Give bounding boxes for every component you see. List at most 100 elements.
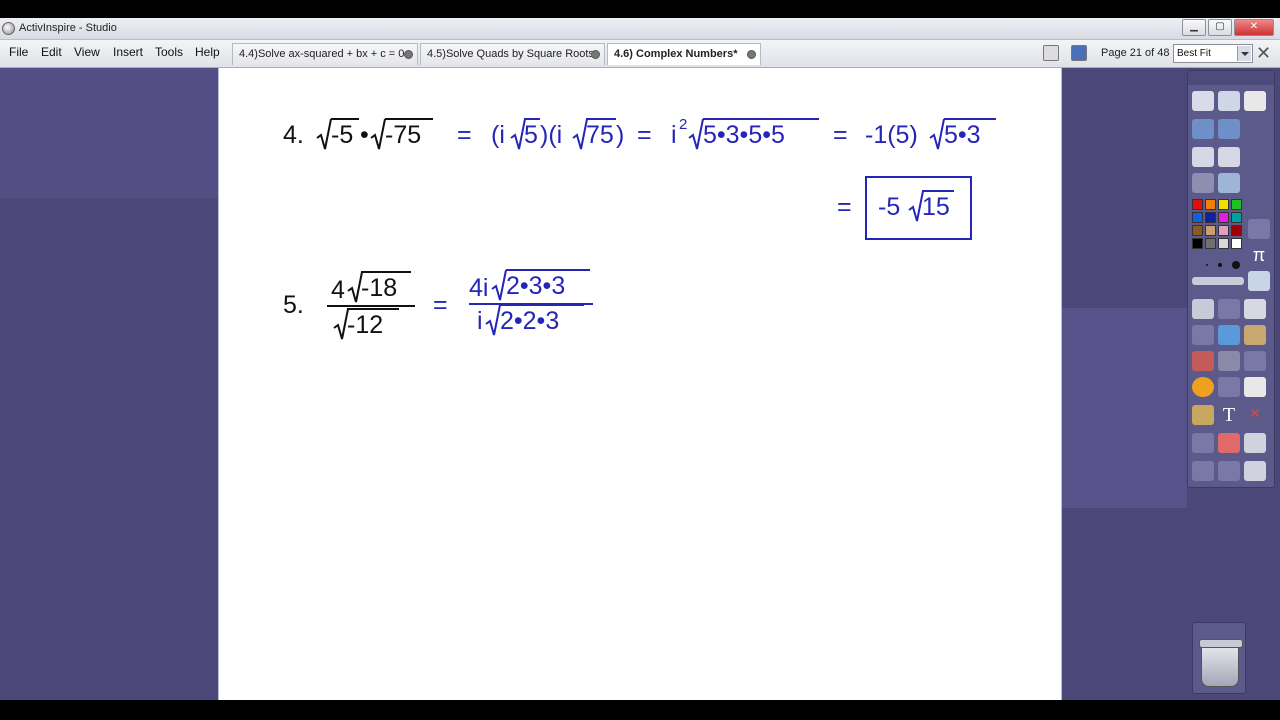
numerator-radicand: -18: [361, 271, 411, 302]
color-swatch[interactable]: [1231, 238, 1242, 249]
maximize-icon[interactable]: ▢: [1208, 19, 1232, 36]
tab-close-icon[interactable]: [404, 50, 413, 59]
radicand-75: 75: [586, 118, 616, 149]
page-browser-icon[interactable]: [1043, 45, 1059, 61]
numerator-coefficient: 4: [331, 276, 345, 304]
browser-icon[interactable]: [1218, 91, 1240, 111]
color-swatch[interactable]: [1192, 225, 1203, 236]
rhs-numerator-radicand: 2•3•3: [506, 269, 590, 300]
select-pointer-icon[interactable]: [1192, 299, 1214, 319]
tab-close-icon[interactable]: [747, 50, 756, 59]
tab-label: 4.5)Solve Quads by Square Roots: [427, 48, 594, 60]
radicand-neg-5: -5: [331, 118, 359, 149]
camera-icon[interactable]: [1244, 461, 1266, 481]
exponent-2: 2: [679, 116, 688, 133]
tab-complex-numbers[interactable]: 4.6) Complex Numbers*: [607, 43, 761, 65]
clear-icon[interactable]: ✕: [1244, 405, 1266, 425]
equals-sign: =: [837, 193, 852, 221]
next-page-icon[interactable]: [1218, 119, 1240, 139]
factor-open: (i: [491, 121, 505, 149]
eraser-icon[interactable]: [1192, 351, 1214, 371]
minimize-icon[interactable]: ▁: [1182, 19, 1206, 36]
color-swatch[interactable]: [1192, 238, 1203, 249]
color-swatch[interactable]: [1205, 238, 1216, 249]
rhs-denominator-radicand: 2•2•3: [500, 304, 584, 335]
answer-coefficient: -5: [878, 193, 901, 221]
radicand-5: 5: [524, 118, 540, 149]
spotlight-icon[interactable]: [1244, 433, 1266, 453]
desktop-icon[interactable]: [1218, 173, 1240, 193]
copy-icon[interactable]: [1244, 299, 1266, 319]
color-swatch[interactable]: [1231, 199, 1242, 210]
pi-icon[interactable]: π: [1248, 245, 1270, 265]
previous-page-icon[interactable]: [1192, 119, 1214, 139]
magic-ink-icon[interactable]: [1248, 219, 1270, 239]
fill-icon[interactable]: [1218, 351, 1240, 371]
pen-icon[interactable]: [1218, 299, 1240, 319]
pen-width-selector[interactable]: [1192, 259, 1244, 269]
line-icon[interactable]: [1218, 377, 1240, 397]
flipchart-icon[interactable]: [1071, 45, 1087, 61]
text-icon[interactable]: T: [1218, 405, 1240, 425]
rotate-left-icon[interactable]: [1192, 461, 1214, 481]
color-swatch[interactable]: [1218, 238, 1229, 249]
radical-sign: [688, 118, 704, 150]
trash-can-icon[interactable]: [1199, 639, 1243, 687]
tray-icon[interactable]: [1244, 325, 1266, 345]
menu-insert[interactable]: Insert: [113, 45, 143, 59]
tab-solve-quads-square-roots[interactable]: 4.5)Solve Quads by Square Roots: [420, 43, 605, 65]
chevron-down-icon[interactable]: [1237, 46, 1251, 61]
redo-icon[interactable]: [1218, 147, 1240, 167]
color-swatch[interactable]: [1218, 212, 1229, 223]
reset-icon[interactable]: [1218, 433, 1240, 453]
color-swatch[interactable]: [1218, 225, 1229, 236]
close-window-icon[interactable]: ✕: [1234, 19, 1274, 36]
equals-sign: =: [433, 291, 448, 319]
marker-icon[interactable]: [1218, 325, 1240, 345]
connector-icon[interactable]: [1244, 351, 1266, 371]
close-flipchart-icon[interactable]: ✕: [1256, 43, 1271, 64]
flipchart-page[interactable]: 4. -5 • -75 = (i 5 )(i 75 ) = i 2 5•3•5•…: [218, 68, 1062, 700]
tab-label: 4.4)Solve ax-squared + bx + c = 0: [239, 48, 405, 60]
tab-solve-ax-squared[interactable]: 4.4)Solve ax-squared + bx + c = 0: [232, 43, 418, 65]
radical-sign: [491, 269, 507, 301]
resource-icon[interactable]: [1192, 405, 1214, 425]
rotate-right-icon[interactable]: [1218, 461, 1240, 481]
zoom-select[interactable]: Best Fit: [1173, 44, 1253, 63]
color-swatch[interactable]: [1205, 199, 1216, 210]
toolbox-header[interactable]: [1188, 71, 1274, 85]
tab-close-icon[interactable]: [591, 50, 600, 59]
main-toolbox: π T ✕: [1187, 70, 1275, 488]
menu-file[interactable]: File: [9, 45, 28, 59]
window-title: ActivInspire - Studio: [19, 22, 117, 34]
shape-icon[interactable]: [1192, 377, 1214, 397]
color-swatch[interactable]: [1218, 199, 1229, 210]
color-swatch[interactable]: [1205, 225, 1216, 236]
highlighter-icon[interactable]: [1192, 325, 1214, 345]
main-menu-icon[interactable]: [1192, 91, 1214, 111]
fraction-bar: [327, 305, 415, 307]
menu-help[interactable]: Help: [195, 45, 220, 59]
revealer-icon[interactable]: [1192, 433, 1214, 453]
color-swatch[interactable]: [1231, 212, 1242, 223]
radical-sign: [370, 118, 386, 150]
equals-sign: =: [457, 121, 472, 149]
radicand-5-3: 5•3: [944, 118, 996, 149]
page-icon[interactable]: [1244, 377, 1266, 397]
tool-icon[interactable]: [1244, 91, 1266, 111]
menu-view[interactable]: View: [74, 45, 100, 59]
dot-operator: •: [360, 121, 369, 149]
radical-sign: [485, 304, 501, 336]
denominator-radicand: -12: [347, 308, 399, 339]
menu-edit[interactable]: Edit: [41, 45, 62, 59]
title-bar: ActivInspire - Studio ▁ ▢ ✕: [0, 18, 1280, 40]
color-swatch[interactable]: [1192, 199, 1203, 210]
menu-tools[interactable]: Tools: [155, 45, 183, 59]
color-swatch[interactable]: [1205, 212, 1216, 223]
keyboard-icon[interactable]: [1248, 271, 1270, 291]
undo-icon[interactable]: [1192, 147, 1214, 167]
width-slider[interactable]: [1192, 277, 1244, 285]
play-icon[interactable]: [1192, 173, 1214, 193]
color-swatch[interactable]: [1192, 212, 1203, 223]
color-swatch[interactable]: [1231, 225, 1242, 236]
